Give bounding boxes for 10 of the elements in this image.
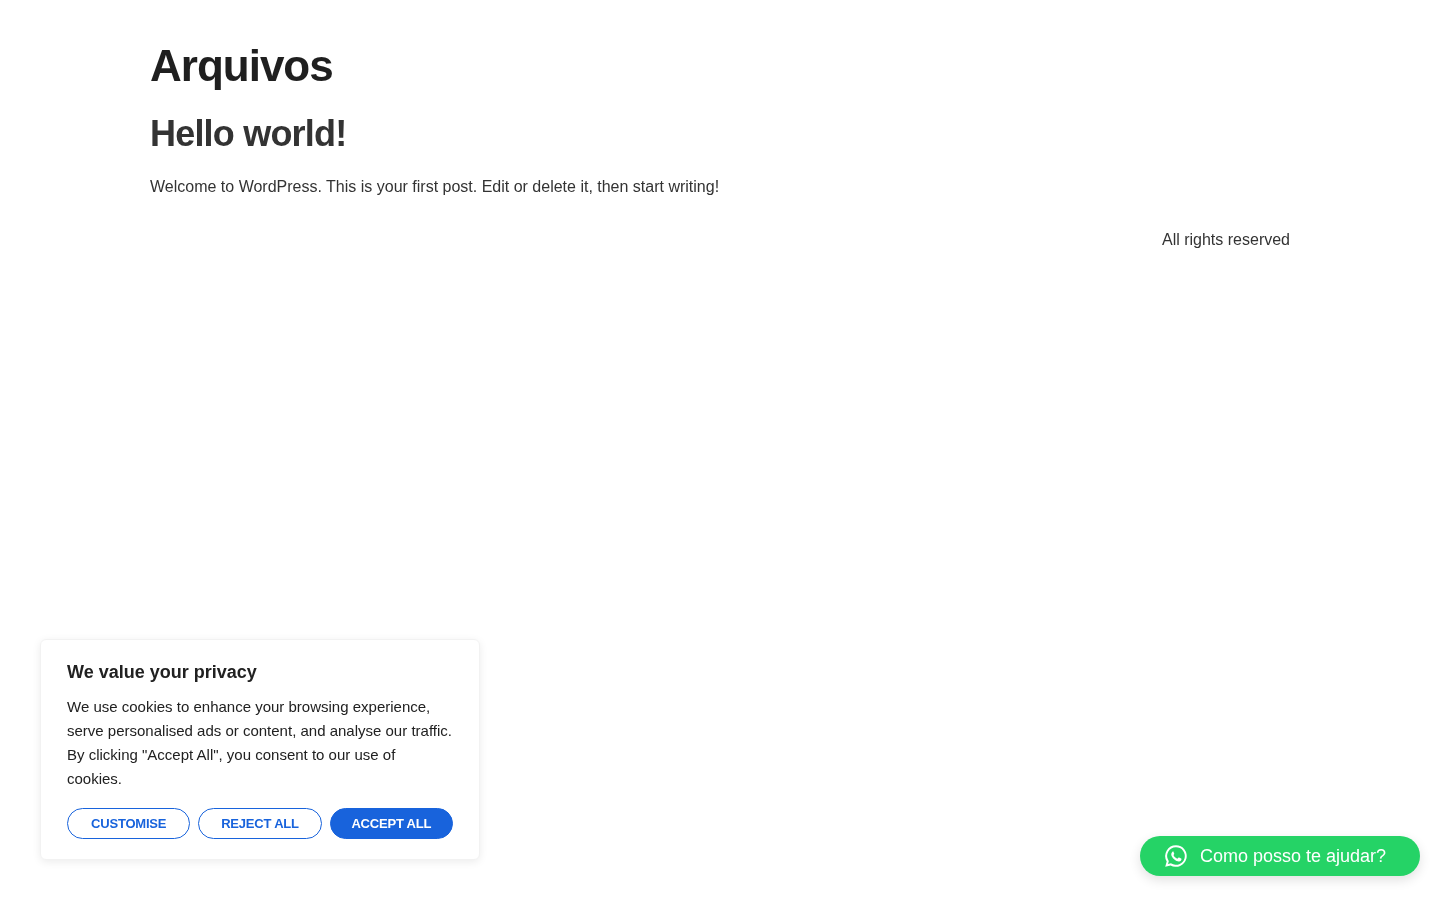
phone-speech-bubble-icon <box>1164 844 1188 868</box>
post-title[interactable]: Hello world! <box>150 111 347 155</box>
cookie-banner-text: We use cookies to enhance your browsing experience, serve personalised ads or content, and analyse our traffic. By clicking "Accept All", you consent to our use of cookies. <box>67 697 453 789</box>
accept-button[interactable]: ACCEPT ALL <box>329 808 453 839</box>
page-title: Arquivos <box>150 40 333 92</box>
cookie-option-button[interactable]: REJECT ALL <box>198 808 322 839</box>
cookie-banner-title: We value your privacy <box>67 661 257 684</box>
footer-text: All rights reserved <box>1161 230 1290 250</box>
post-excerpt: Welcome to WordPress. This is your first post. Edit or delete it, then start writing! <box>150 177 720 197</box>
cookie-option-button[interactable]: CUSTOMISE <box>67 808 191 839</box>
